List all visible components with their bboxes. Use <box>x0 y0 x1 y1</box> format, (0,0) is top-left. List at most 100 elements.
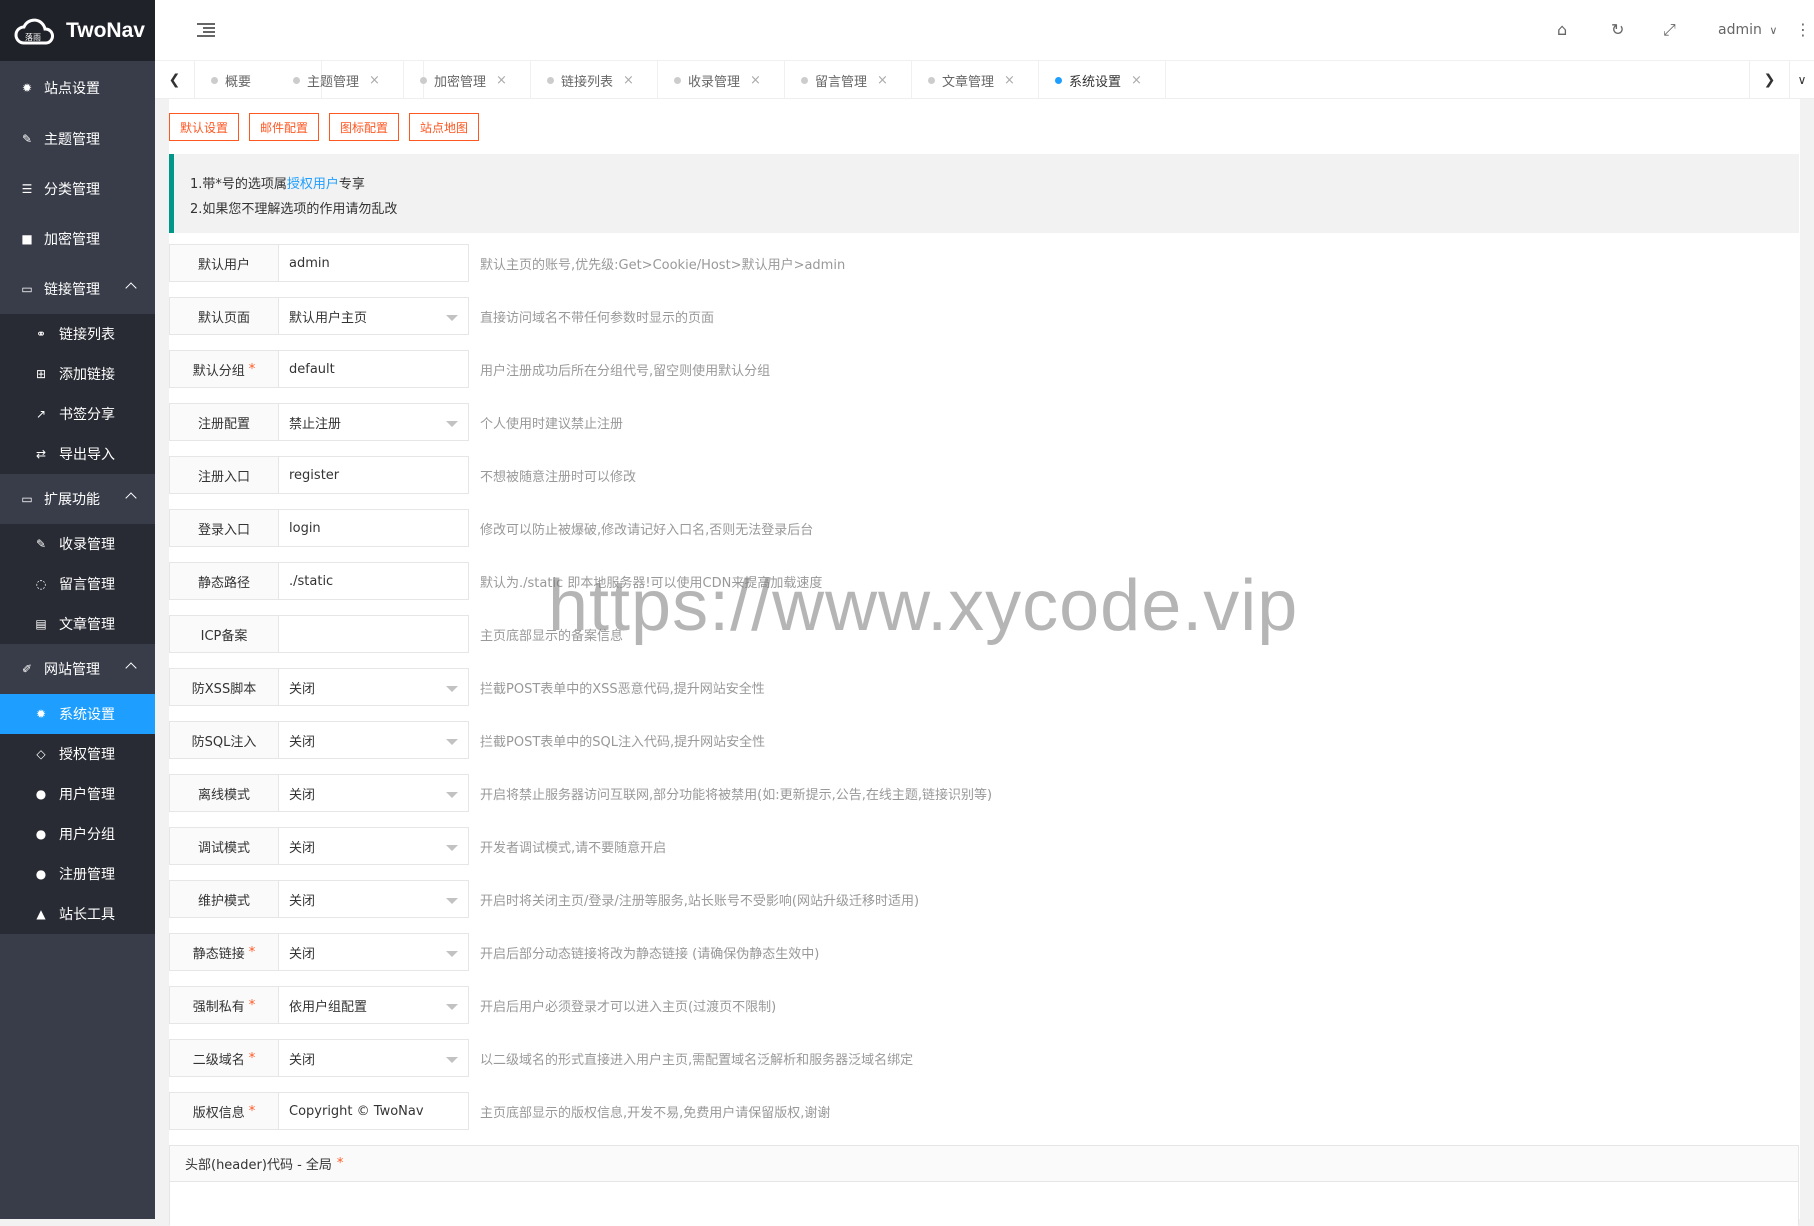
select-field[interactable]: 禁止注册 <box>279 403 469 441</box>
sidebar-item-link-list[interactable]: ⚭链接列表 <box>0 314 155 354</box>
text-input[interactable]: Copyright © TwoNav <box>279 1092 469 1130</box>
mail-config-button[interactable]: 邮件配置 <box>249 113 319 141</box>
text-input[interactable] <box>279 615 469 653</box>
field-label: 防XSS脚本 <box>169 668 279 706</box>
text-input[interactable]: ./static <box>279 562 469 600</box>
refresh-icon[interactable]: ↻ <box>1611 20 1624 39</box>
logo[interactable]: 落雨 TwoNav <box>0 0 155 61</box>
tab-system-settings[interactable]: 系统设置× <box>1039 61 1166 99</box>
dropdown-arrow-icon <box>446 739 458 745</box>
sidebar-item-label: 留言管理 <box>59 574 115 594</box>
field-hint: 拦截POST表单中的SQL注入代码,提升网站安全性 <box>480 731 765 750</box>
tab-dropdown[interactable]: ∨ <box>1789 61 1814 99</box>
tab-scroll-left[interactable]: ❮ <box>155 61 195 99</box>
sidebar-item-extensions[interactable]: ▭ 扩展功能 <box>0 474 155 524</box>
sidebar-item-theme[interactable]: ✎ 主题管理 <box>0 114 155 164</box>
tab-bar: ❮ 概要 主题管理× 加密管理× 链接列表× 收录管理× 留言管理× 文章管理×… <box>155 61 1814 99</box>
sidebar-item-label: 授权管理 <box>59 744 115 764</box>
default-settings-button[interactable]: 默认设置 <box>169 113 239 141</box>
tab-articles[interactable]: 文章管理× <box>912 61 1039 99</box>
header-code-title: 头部(header)代码 - 全局 <box>185 1154 332 1173</box>
field-hint: 以二级域名的形式直接进入用户主页,需配置域名泛解析和服务器泛域名绑定 <box>480 1049 913 1068</box>
license-user-link[interactable]: 授权用户 <box>287 177 339 192</box>
lock-icon: ■ <box>20 232 34 246</box>
sidebar-item-user-groups[interactable]: ●用户分组 <box>0 814 155 854</box>
close-icon[interactable]: × <box>369 73 380 88</box>
tab-messages[interactable]: 留言管理× <box>785 61 912 99</box>
sidebar-item-system-settings[interactable]: ✹系统设置 <box>0 694 155 734</box>
sidebar-item-label: 用户分组 <box>59 824 115 844</box>
chevron-up-icon <box>125 282 136 293</box>
select-field[interactable]: 默认用户主页 <box>279 297 469 335</box>
field-label-text: 离线模式 <box>198 784 250 803</box>
select-field[interactable]: 关闭 <box>279 668 469 706</box>
home-icon[interactable]: ⌂ <box>1557 20 1567 39</box>
tab-collect[interactable]: 收录管理 × <box>658 61 785 99</box>
select-field[interactable]: 关闭 <box>279 721 469 759</box>
select-field[interactable]: 关闭 <box>279 774 469 812</box>
sidebar-item-site-settings[interactable]: ✹ 站点设置 <box>0 61 155 114</box>
user-name: admin <box>1718 22 1762 38</box>
user-menu[interactable]: admin ∨ <box>1718 22 1777 38</box>
text-input[interactable]: login <box>279 509 469 547</box>
tab-scroll-right[interactable]: ❯ <box>1749 61 1789 99</box>
select-field[interactable]: 关闭 <box>279 880 469 918</box>
close-icon[interactable]: × <box>877 73 888 88</box>
plus-square-icon: ⊞ <box>34 367 48 381</box>
field-label: 默认页面 <box>169 297 279 335</box>
field-label-text: 默认用户 <box>198 254 250 273</box>
close-icon[interactable]: × <box>1004 73 1015 88</box>
fullscreen-icon[interactable]: ⤢ <box>1663 20 1676 40</box>
sidebar-item-users[interactable]: ●用户管理 <box>0 774 155 814</box>
sidebar-item-bookmark-share[interactable]: ↗书签分享 <box>0 394 155 434</box>
header-code-textarea[interactable] <box>170 1182 1798 1226</box>
notice-text: 专享 <box>339 177 365 192</box>
field-label-text: ICP备案 <box>201 625 248 644</box>
sidebar-item-registration[interactable]: ●注册管理 <box>0 854 155 894</box>
select-field[interactable]: 关闭 <box>279 827 469 865</box>
field-value: 关闭 <box>289 890 315 909</box>
select-field[interactable]: 关闭 <box>279 1039 469 1077</box>
sidebar-item-articles[interactable]: ▤文章管理 <box>0 604 155 644</box>
header-code-label: 头部(header)代码 - 全局* <box>170 1146 1798 1182</box>
text-input[interactable]: default <box>279 350 469 388</box>
notice-line-1: 1.带*号的选项属授权用户专享 <box>190 172 1799 197</box>
gear-icon: ✹ <box>20 81 34 95</box>
sidebar-item-license[interactable]: ◇授权管理 <box>0 734 155 774</box>
menu-collapse-icon[interactable] <box>197 23 215 37</box>
sitemap-button[interactable]: 站点地图 <box>409 113 479 141</box>
form-row: 防XSS脚本关闭拦截POST表单中的XSS恶意代码,提升网站安全性 <box>169 668 765 706</box>
close-icon[interactable]: × <box>1131 73 1142 88</box>
tab-encrypt[interactable]: 加密管理× <box>404 61 531 99</box>
sidebar-item-messages[interactable]: ◌留言管理 <box>0 564 155 604</box>
sidebar-item-category[interactable]: ☰ 分类管理 <box>0 164 155 214</box>
select-field[interactable]: 关闭 <box>279 933 469 971</box>
more-vertical-icon[interactable]: ⋮ <box>1795 20 1811 39</box>
tab-link-list[interactable]: 链接列表× <box>531 61 658 99</box>
field-value: 关闭 <box>289 1049 315 1068</box>
close-icon[interactable]: × <box>750 73 761 88</box>
sidebar-item-site-manage[interactable]: ✐ 网站管理 <box>0 644 155 694</box>
sidebar-item-collect[interactable]: ✎收录管理 <box>0 524 155 564</box>
tab-theme-label[interactable]: 主题管理× <box>277 61 404 99</box>
sidebar-item-webmaster-tools[interactable]: ▲站长工具 <box>0 894 155 934</box>
sidebar-item-add-link[interactable]: ⊞添加链接 <box>0 354 155 394</box>
icon-config-button[interactable]: 图标配置 <box>329 113 399 141</box>
close-icon[interactable]: × <box>623 73 634 88</box>
sidebar-item-import-export[interactable]: ⇄导出导入 <box>0 434 155 474</box>
form-row: 防SQL注入关闭拦截POST表单中的SQL注入代码,提升网站安全性 <box>169 721 765 759</box>
close-icon[interactable]: × <box>496 73 507 88</box>
text-input[interactable]: admin <box>279 244 469 282</box>
sidebar-item-links[interactable]: ▭ 链接管理 <box>0 264 155 314</box>
sidebar-item-encrypt[interactable]: ■ 加密管理 <box>0 214 155 264</box>
sidebar-item-label: 分类管理 <box>44 179 100 199</box>
field-hint: 开启将禁止服务器访问互联网,部分功能将被禁用(如:更新提示,公告,在线主题,链接… <box>480 784 992 803</box>
select-field[interactable]: 依用户组配置 <box>279 986 469 1024</box>
dropdown-arrow-icon <box>446 315 458 321</box>
tab-label: 收录管理 <box>688 71 740 90</box>
form-row: 二级域名*关闭以二级域名的形式直接进入用户主页,需配置域名泛解析和服务器泛域名绑… <box>169 1039 913 1077</box>
text-input[interactable]: register <box>279 456 469 494</box>
svg-text:落雨: 落雨 <box>25 32 41 42</box>
tab-dot <box>420 77 427 84</box>
field-label: ICP备案 <box>169 615 279 653</box>
